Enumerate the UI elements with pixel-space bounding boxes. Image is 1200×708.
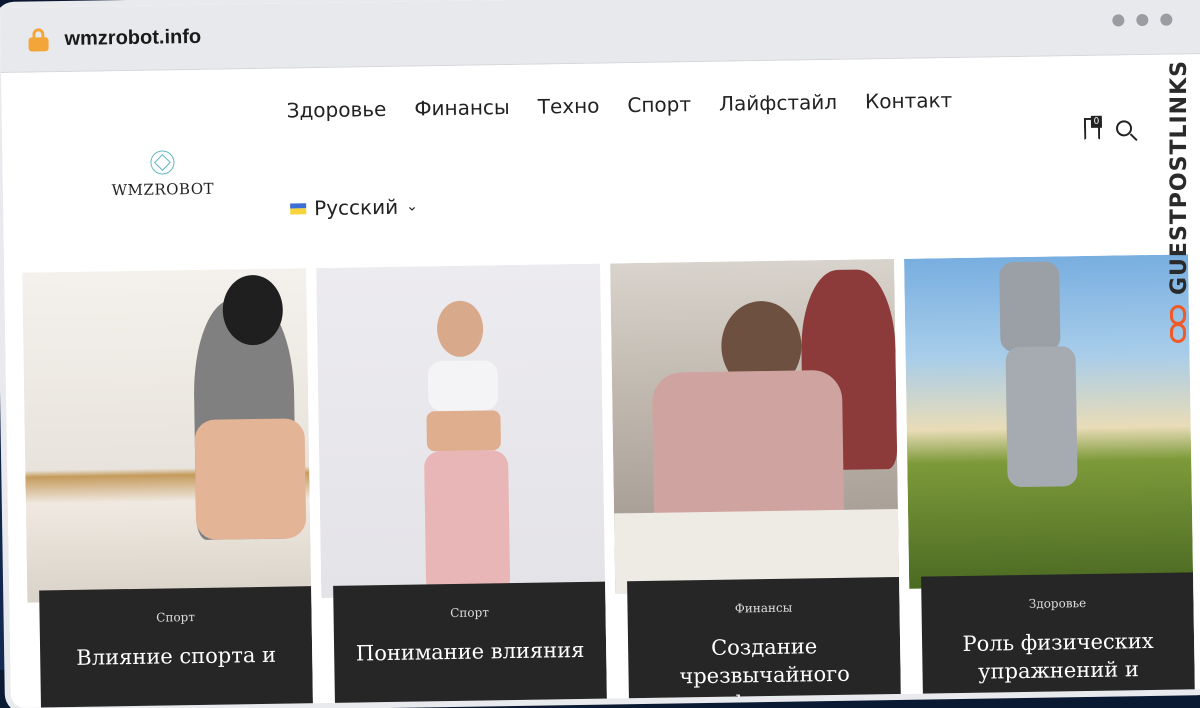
site-logo[interactable]: WMZROBOT [102,150,223,200]
article-card[interactable]: Спорт Влияние спорта и [22,268,314,708]
article-image[interactable] [610,258,900,594]
article-label: Финансы Создание чрезвычайного фонда [627,576,901,703]
article-title[interactable]: Роль физических упражнений и [922,626,1195,686]
browser-window: wmzrobot.info WMZROBOT Здоровье Финансы … [0,0,1200,708]
nav-item-finance[interactable]: Финансы [414,95,510,120]
window-dot-icon[interactable] [1136,13,1149,27]
search-icon[interactable] [1115,120,1133,137]
flag-icon [290,202,307,214]
nav-item-lifestyle[interactable]: Лайфстайл [719,90,837,116]
watermark-text: GUESTPOSTLINKS [1167,60,1192,295]
article-card[interactable]: Здоровье Роль физических упражнений и [904,254,1195,699]
header-icons: 0 [1084,115,1133,140]
article-label: Спорт Понимание влияния [333,581,608,708]
window-dot-icon[interactable] [1112,14,1125,27]
nav-item-tech[interactable]: Техно [538,94,600,119]
site-header: WMZROBOT Здоровье Финансы Техно Спорт Ла… [1,54,1200,263]
article-card[interactable]: Спорт Понимание влияния [316,263,608,708]
page-content: WMZROBOT Здоровье Финансы Техно Спорт Ла… [1,54,1200,708]
article-category[interactable]: Спорт [39,608,311,626]
main-nav: Здоровье Финансы Техно Спорт Лайфстайл К… [286,88,952,122]
article-category[interactable]: Спорт [333,604,605,622]
lock-icon [28,28,49,52]
article-card[interactable]: Финансы Создание чрезвычайного фонда [610,258,901,703]
chevron-down-icon: ⌄ [406,198,418,215]
logo-mark-icon [150,150,175,175]
window-controls [1112,13,1173,27]
language-label: Русский [313,194,399,221]
url-text[interactable]: wmzrobot.info [64,25,201,50]
window-dot-icon[interactable] [1160,13,1173,26]
article-title[interactable]: Понимание влияния [334,636,606,668]
bookmark-icon[interactable]: 0 [1084,115,1103,140]
article-category[interactable]: Здоровье [921,594,1193,612]
language-selector[interactable]: Русский ⌄ [290,194,418,220]
article-label: Здоровье Роль физических упражнений и [921,572,1195,699]
watermark-link-icon [1168,305,1190,347]
nav-item-sport[interactable]: Спорт [627,92,691,117]
article-image[interactable] [316,263,606,599]
logo-text: WMZROBOT [111,179,215,200]
article-category[interactable]: Финансы [627,599,899,617]
article-title[interactable]: Создание чрезвычайного фонда [628,631,901,703]
bookmark-count: 0 [1090,115,1103,128]
nav-item-contact[interactable]: Контакт [865,88,953,113]
article-label: Спорт Влияние спорта и [39,586,314,708]
article-image[interactable] [22,268,312,603]
article-image[interactable] [904,254,1194,589]
article-grid: Спорт Влияние спорта и Спорт Понимание в… [22,254,1195,708]
article-title[interactable]: Влияние спорта и [40,640,312,672]
nav-item-health[interactable]: Здоровье [286,97,386,123]
